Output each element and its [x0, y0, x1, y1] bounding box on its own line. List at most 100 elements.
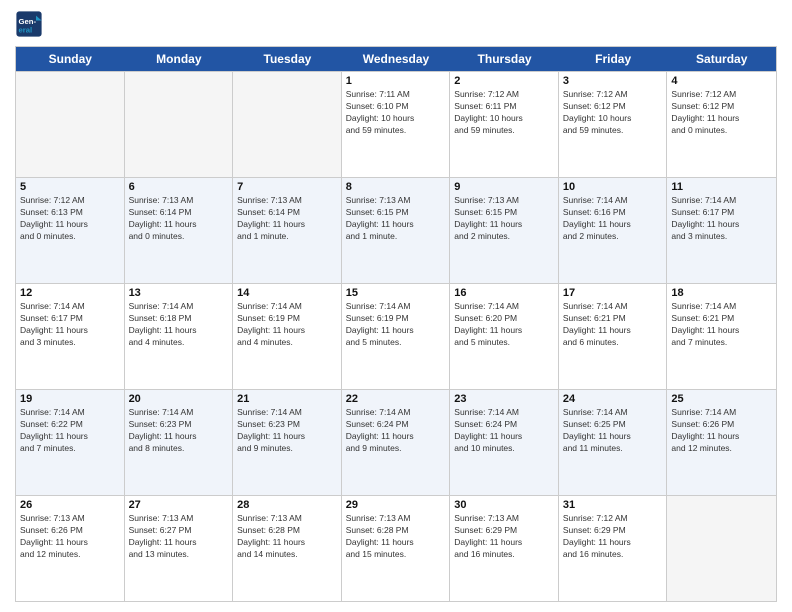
weekday-header: Monday	[125, 47, 234, 71]
calendar-cell: 5 Sunrise: 7:12 AM Sunset: 6:13 PM Daylig…	[16, 178, 125, 283]
calendar-cell: 1 Sunrise: 7:11 AM Sunset: 6:10 PM Daylig…	[342, 72, 451, 177]
calendar-cell: 4 Sunrise: 7:12 AM Sunset: 6:12 PM Daylig…	[667, 72, 776, 177]
day-number: 21	[237, 393, 337, 405]
calendar-cell: 22 Sunrise: 7:14 AM Sunset: 6:24 PM Dayli…	[342, 390, 451, 495]
header: Gen- eral	[15, 10, 777, 38]
calendar-cell: 8Sunrise: 7:13 AM Sunset: 6:15 PM Daylig…	[342, 178, 451, 283]
calendar-cell: 30 Sunrise: 7:13 AM Sunset: 6:29 PM Dayli…	[450, 496, 559, 601]
day-info: Sunrise: 7:13 AM Sunset: 6:14 PM Dayligh…	[129, 195, 229, 243]
day-info: Sunrise: 7:14 AM Sunset: 6:19 PM Dayligh…	[237, 301, 337, 349]
calendar-cell: 26 Sunrise: 7:13 AM Sunset: 6:26 PM Dayli…	[16, 496, 125, 601]
day-number: 14	[237, 287, 337, 299]
page: Gen- eral SundayMondayTuesdayWednesdayTh…	[0, 0, 792, 612]
day-info: Sunrise: 7:13 AM Sunset: 6:28 PM Dayligh…	[346, 513, 446, 561]
day-number: 15	[346, 287, 446, 299]
weekday-header: Wednesday	[342, 47, 451, 71]
calendar-cell: 16 Sunrise: 7:14 AM Sunset: 6:20 PM Dayli…	[450, 284, 559, 389]
day-info: Sunrise: 7:12 AM Sunset: 6:12 PM Dayligh…	[563, 89, 663, 137]
calendar-cell: 11 Sunrise: 7:14 AM Sunset: 6:17 PM Dayli…	[667, 178, 776, 283]
day-number: 11	[671, 181, 772, 193]
weekday-header: Sunday	[16, 47, 125, 71]
logo: Gen- eral	[15, 10, 47, 38]
calendar-cell: 17 Sunrise: 7:14 AM Sunset: 6:21 PM Dayli…	[559, 284, 668, 389]
day-number: 13	[129, 287, 229, 299]
calendar-week-row: 26 Sunrise: 7:13 AM Sunset: 6:26 PM Dayli…	[16, 495, 776, 601]
calendar-body: 1 Sunrise: 7:11 AM Sunset: 6:10 PM Daylig…	[16, 71, 776, 601]
weekday-header: Tuesday	[233, 47, 342, 71]
day-number: 23	[454, 393, 554, 405]
day-info: Sunrise: 7:14 AM Sunset: 6:23 PM Dayligh…	[237, 407, 337, 455]
day-number: 18	[671, 287, 772, 299]
day-info: Sunrise: 7:14 AM Sunset: 6:17 PM Dayligh…	[20, 301, 120, 349]
day-info: Sunrise: 7:14 AM Sunset: 6:17 PM Dayligh…	[671, 195, 772, 243]
day-info: Sunrise: 7:13 AM Sunset: 6:29 PM Dayligh…	[454, 513, 554, 561]
weekday-header: Thursday	[450, 47, 559, 71]
calendar-header: SundayMondayTuesdayWednesdayThursdayFrid…	[16, 47, 776, 71]
day-number: 12	[20, 287, 120, 299]
calendar-week-row: 5 Sunrise: 7:12 AM Sunset: 6:13 PM Daylig…	[16, 177, 776, 283]
day-info: Sunrise: 7:14 AM Sunset: 6:24 PM Dayligh…	[346, 407, 446, 455]
day-number: 16	[454, 287, 554, 299]
calendar-cell: 29Sunrise: 7:13 AM Sunset: 6:28 PM Dayli…	[342, 496, 451, 601]
calendar-cell: 13 Sunrise: 7:14 AM Sunset: 6:18 PM Dayli…	[125, 284, 234, 389]
day-info: Sunrise: 7:14 AM Sunset: 6:18 PM Dayligh…	[129, 301, 229, 349]
day-number: 1	[346, 75, 446, 87]
weekday-header: Friday	[559, 47, 668, 71]
calendar-cell: 12 Sunrise: 7:14 AM Sunset: 6:17 PM Dayli…	[16, 284, 125, 389]
calendar-cell: 2Sunrise: 7:12 AM Sunset: 6:11 PM Daylig…	[450, 72, 559, 177]
calendar-cell: 6 Sunrise: 7:13 AM Sunset: 6:14 PM Daylig…	[125, 178, 234, 283]
calendar-cell	[125, 72, 234, 177]
calendar-cell: 7Sunrise: 7:13 AM Sunset: 6:14 PM Daylig…	[233, 178, 342, 283]
calendar-cell: 9Sunrise: 7:13 AM Sunset: 6:15 PM Daylig…	[450, 178, 559, 283]
day-number: 4	[671, 75, 772, 87]
day-info: Sunrise: 7:14 AM Sunset: 6:20 PM Dayligh…	[454, 301, 554, 349]
calendar-cell: 25Sunrise: 7:14 AM Sunset: 6:26 PM Dayli…	[667, 390, 776, 495]
day-info: Sunrise: 7:14 AM Sunset: 6:25 PM Dayligh…	[563, 407, 663, 455]
day-info: Sunrise: 7:12 AM Sunset: 6:12 PM Dayligh…	[671, 89, 772, 137]
day-number: 19	[20, 393, 120, 405]
calendar-cell: 3 Sunrise: 7:12 AM Sunset: 6:12 PM Daylig…	[559, 72, 668, 177]
day-number: 9	[454, 181, 554, 193]
day-info: Sunrise: 7:13 AM Sunset: 6:28 PM Dayligh…	[237, 513, 337, 561]
calendar-week-row: 1 Sunrise: 7:11 AM Sunset: 6:10 PM Daylig…	[16, 71, 776, 177]
day-number: 8	[346, 181, 446, 193]
day-info: Sunrise: 7:13 AM Sunset: 6:27 PM Dayligh…	[129, 513, 229, 561]
day-info: Sunrise: 7:12 AM Sunset: 6:11 PM Dayligh…	[454, 89, 554, 137]
day-number: 27	[129, 499, 229, 511]
day-number: 26	[20, 499, 120, 511]
day-number: 30	[454, 499, 554, 511]
day-number: 5	[20, 181, 120, 193]
day-info: Sunrise: 7:12 AM Sunset: 6:13 PM Dayligh…	[20, 195, 120, 243]
day-info: Sunrise: 7:14 AM Sunset: 6:21 PM Dayligh…	[671, 301, 772, 349]
calendar-week-row: 12 Sunrise: 7:14 AM Sunset: 6:17 PM Dayli…	[16, 283, 776, 389]
calendar-cell: 23 Sunrise: 7:14 AM Sunset: 6:24 PM Dayli…	[450, 390, 559, 495]
calendar-cell: 20Sunrise: 7:14 AM Sunset: 6:23 PM Dayli…	[125, 390, 234, 495]
day-info: Sunrise: 7:14 AM Sunset: 6:16 PM Dayligh…	[563, 195, 663, 243]
day-number: 17	[563, 287, 663, 299]
day-number: 24	[563, 393, 663, 405]
day-info: Sunrise: 7:14 AM Sunset: 6:19 PM Dayligh…	[346, 301, 446, 349]
svg-text:Gen-: Gen-	[19, 17, 37, 26]
day-info: Sunrise: 7:12 AM Sunset: 6:29 PM Dayligh…	[563, 513, 663, 561]
day-number: 6	[129, 181, 229, 193]
day-number: 22	[346, 393, 446, 405]
day-info: Sunrise: 7:11 AM Sunset: 6:10 PM Dayligh…	[346, 89, 446, 137]
day-number: 25	[671, 393, 772, 405]
calendar-cell	[16, 72, 125, 177]
day-info: Sunrise: 7:14 AM Sunset: 6:23 PM Dayligh…	[129, 407, 229, 455]
logo-icon: Gen- eral	[15, 10, 43, 38]
day-info: Sunrise: 7:13 AM Sunset: 6:26 PM Dayligh…	[20, 513, 120, 561]
calendar-cell	[667, 496, 776, 601]
calendar-cell: 27 Sunrise: 7:13 AM Sunset: 6:27 PM Dayli…	[125, 496, 234, 601]
day-info: Sunrise: 7:14 AM Sunset: 6:24 PM Dayligh…	[454, 407, 554, 455]
calendar: SundayMondayTuesdayWednesdayThursdayFrid…	[15, 46, 777, 602]
calendar-cell: 14 Sunrise: 7:14 AM Sunset: 6:19 PM Dayli…	[233, 284, 342, 389]
day-number: 3	[563, 75, 663, 87]
weekday-header: Saturday	[667, 47, 776, 71]
calendar-cell	[233, 72, 342, 177]
day-info: Sunrise: 7:14 AM Sunset: 6:21 PM Dayligh…	[563, 301, 663, 349]
day-number: 10	[563, 181, 663, 193]
calendar-cell: 15 Sunrise: 7:14 AM Sunset: 6:19 PM Dayli…	[342, 284, 451, 389]
calendar-cell: 10 Sunrise: 7:14 AM Sunset: 6:16 PM Dayli…	[559, 178, 668, 283]
day-info: Sunrise: 7:13 AM Sunset: 6:14 PM Dayligh…	[237, 195, 337, 243]
